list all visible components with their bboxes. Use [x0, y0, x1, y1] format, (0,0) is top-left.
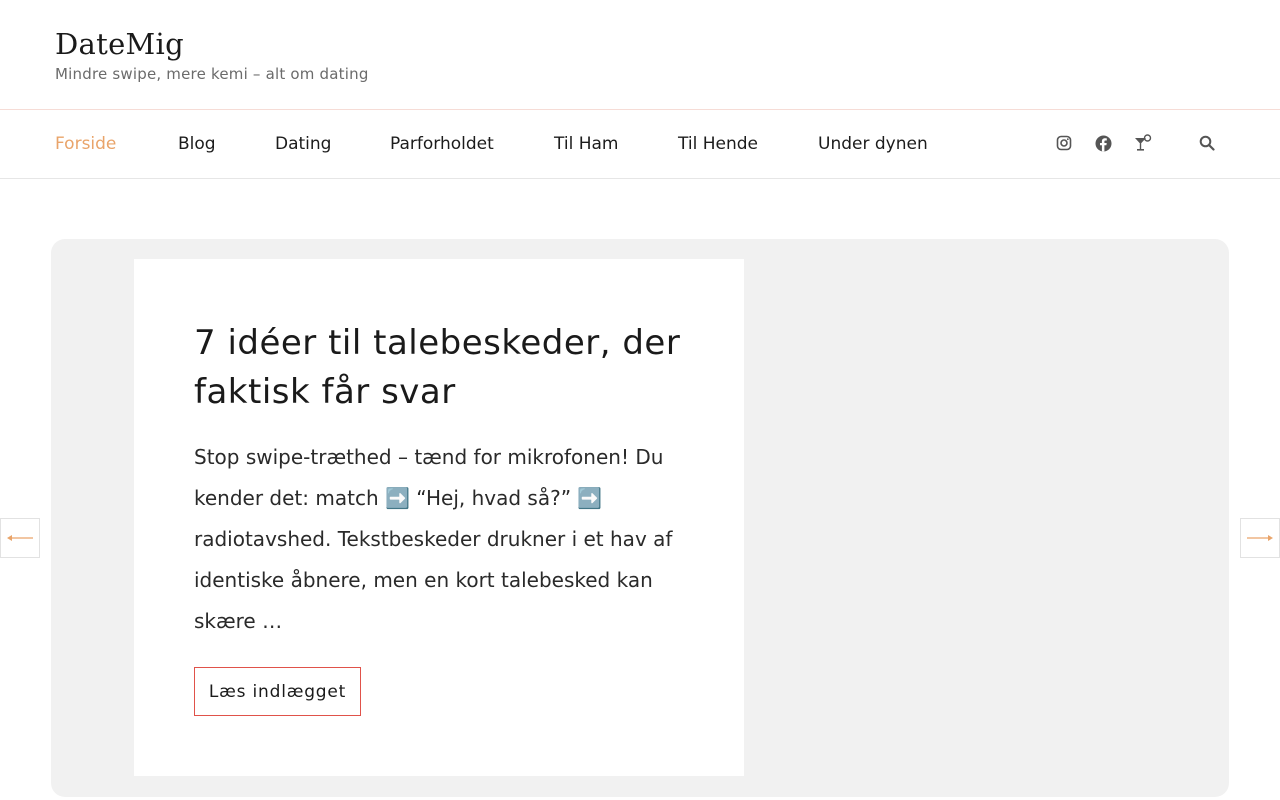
post-excerpt: Stop swipe-træthed – tænd for mikrofonen… — [194, 445, 673, 633]
search-icon[interactable] — [1196, 132, 1218, 154]
cocktail-icon[interactable] — [1132, 132, 1154, 154]
nav-item-til-hende[interactable]: Til Hende — [678, 132, 758, 156]
arrow-right-icon — [1247, 535, 1273, 541]
site-tagline: Mindre swipe, mere kemi – alt om dating — [55, 65, 369, 83]
instagram-icon[interactable] — [1053, 132, 1075, 154]
featured-post-card: 7 idéer til talebeskeder, der faktisk få… — [134, 259, 744, 776]
site-header: DateMig Mindre swipe, mere kemi – alt om… — [0, 0, 1280, 110]
nav-item-dating[interactable]: Dating — [275, 132, 331, 156]
facebook-icon[interactable] — [1092, 132, 1114, 154]
nav-item-til-ham[interactable]: Til Ham — [554, 132, 618, 156]
nav-item-parforholdet[interactable]: Parforholdet — [390, 132, 494, 156]
nav-item-under-dynen[interactable]: Under dynen — [818, 132, 928, 156]
arrow-left-icon — [7, 535, 33, 541]
featured-slider: 7 idéer til talebeskeder, der faktisk få… — [51, 239, 1229, 797]
post-title[interactable]: 7 idéer til talebeskeder, der faktisk få… — [194, 319, 694, 417]
site-title[interactable]: DateMig — [55, 26, 184, 62]
nav-item-forside[interactable]: Forside — [55, 132, 116, 156]
main-nav: Forside Blog Dating Parforholdet Til Ham… — [0, 110, 1280, 179]
slider-prev-button[interactable] — [0, 518, 40, 558]
read-more-button[interactable]: Læs indlægget — [194, 667, 361, 716]
slider-next-button[interactable] — [1240, 518, 1280, 558]
nav-item-blog[interactable]: Blog — [178, 132, 216, 156]
